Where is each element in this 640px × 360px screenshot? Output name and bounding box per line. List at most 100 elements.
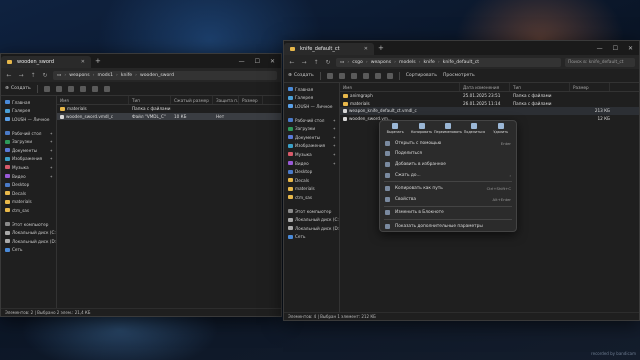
new-tab-icon[interactable]: +: [95, 57, 101, 65]
breadcrumb-item[interactable]: knife_default_ct: [443, 60, 479, 65]
up-icon[interactable]: ↑: [29, 72, 37, 79]
forward-icon[interactable]: →: [300, 59, 308, 66]
nav-item[interactable]: ctm_sas: [1, 206, 56, 215]
rename-icon[interactable]: [362, 72, 369, 79]
nav-item[interactable]: Галерея: [284, 94, 339, 103]
nav-item[interactable]: Изображения ✦: [284, 142, 339, 151]
column-name[interactable]: Имя: [57, 96, 129, 104]
title-bar[interactable]: knife_default_ct ✕ + — ☐ ✕: [284, 41, 639, 55]
breadcrumb-item[interactable]: knife: [121, 73, 132, 78]
breadcrumb-item[interactable]: mods1: [97, 73, 113, 78]
paste-icon[interactable]: [350, 72, 357, 79]
forward-icon[interactable]: →: [17, 72, 25, 79]
nav-item[interactable]: materials: [1, 198, 56, 207]
minimize-icon[interactable]: —: [239, 58, 245, 65]
nav-item[interactable]: Музыка ✦: [1, 163, 56, 172]
search-input[interactable]: Поиск в: knife_default_ct: [565, 57, 635, 67]
explorer-window-wooden-sword[interactable]: wooden_sword ✕ + — ☐ ✕ ← → ↑ ↻ ▭ › weapons…: [0, 53, 282, 317]
cut-icon[interactable]: [43, 85, 50, 92]
sort-button[interactable]: Сортировать: [406, 73, 437, 78]
create-button[interactable]: ⊕ Создать: [288, 73, 314, 78]
breadcrumb-item[interactable]: csgo: [352, 60, 363, 65]
close-tab-icon[interactable]: ✕: [81, 59, 85, 65]
breadcrumb-item[interactable]: models: [399, 60, 416, 65]
close-window-icon[interactable]: ✕: [270, 58, 275, 65]
table-row[interactable]: materials Папка с файлами: [57, 105, 281, 113]
nav-item[interactable]: Сеть: [284, 233, 339, 242]
column-type[interactable]: Тип: [510, 83, 570, 91]
maximize-icon[interactable]: ☐: [255, 58, 260, 65]
table-row[interactable]: wooden_sword.vmdl_c Файл "VMDL_C" 10 КБ Нет: [57, 112, 281, 120]
delete-icon[interactable]: [386, 72, 393, 79]
nav-item[interactable]: Главная: [284, 85, 339, 94]
breadcrumb-item[interactable]: knife: [424, 60, 435, 65]
back-icon[interactable]: ←: [5, 72, 13, 79]
nav-item[interactable]: Музыка ✦: [284, 150, 339, 159]
breadcrumb-item[interactable]: wooden_sword: [140, 73, 174, 78]
nav-item[interactable]: ctm_sas: [284, 193, 339, 202]
delete-button[interactable]: Удалить: [490, 123, 512, 134]
breadcrumb[interactable]: ▭ › csgo › weapons › models › knife › knife_defaul…: [336, 57, 561, 67]
up-icon[interactable]: ↑: [312, 59, 320, 66]
column-protection[interactable]: Защита п...: [213, 96, 239, 104]
nav-item[interactable]: Локальный диск (D:): [1, 237, 56, 246]
copy-icon[interactable]: [338, 72, 345, 79]
column-compressed-size[interactable]: Сжатый размер: [171, 96, 213, 104]
nav-item[interactable]: Decals: [284, 176, 339, 185]
breadcrumb-item[interactable]: weapons: [371, 60, 391, 65]
nav-item[interactable]: Документы ✦: [284, 133, 339, 142]
copy-icon[interactable]: [55, 85, 62, 92]
context-menu-item[interactable]: Показать дополнительные параметры: [380, 221, 516, 232]
nav-item[interactable]: Desktop: [284, 167, 339, 176]
view-button[interactable]: Просмотреть: [443, 73, 475, 78]
maximize-icon[interactable]: ☐: [613, 45, 618, 52]
nav-item[interactable]: Рабочий стол ✦: [284, 116, 339, 125]
refresh-icon[interactable]: ↻: [324, 59, 332, 66]
nav-item[interactable]: Видео ✦: [1, 172, 56, 181]
create-button[interactable]: ⊕ Создать: [5, 86, 31, 91]
nav-item[interactable]: Локальный диск (C:): [284, 215, 339, 224]
context-menu-item[interactable]: Добавить в избранное: [380, 159, 516, 170]
new-tab-icon[interactable]: +: [378, 44, 384, 52]
delete-icon[interactable]: [103, 85, 110, 92]
share-icon[interactable]: [374, 72, 381, 79]
table-row[interactable]: weapon_knife_default_ct.vmdl_c 213 КБ: [340, 107, 639, 115]
context-menu-item[interactable]: Свойства Alt+Enter: [380, 194, 516, 205]
nav-item[interactable]: Рабочий стол ✦: [1, 129, 56, 138]
title-bar[interactable]: wooden_sword ✕ + — ☐ ✕: [1, 54, 281, 68]
nav-item[interactable]: Локальный диск (C:): [1, 228, 56, 237]
nav-item[interactable]: Галерея: [1, 107, 56, 116]
nav-item[interactable]: Этот компьютер: [284, 207, 339, 216]
context-menu-item[interactable]: Сжать до... ›: [380, 170, 516, 181]
nav-item[interactable]: Desktop: [1, 180, 56, 189]
nav-item[interactable]: materials: [284, 185, 339, 194]
context-menu-item[interactable]: Поделиться: [380, 149, 516, 160]
table-row[interactable]: animgraph 25.01.2025 23:51 Папка с файлами: [340, 92, 639, 100]
nav-item[interactable]: Документы ✦: [1, 146, 56, 155]
share-button[interactable]: Поделиться: [463, 123, 485, 134]
nav-item[interactable]: Главная: [1, 98, 56, 107]
nav-item[interactable]: LOUSH — Личное: [284, 102, 339, 111]
breadcrumb-item[interactable]: weapons: [69, 73, 89, 78]
share-icon[interactable]: [91, 85, 98, 92]
nav-item[interactable]: Загрузки ✦: [284, 124, 339, 133]
minimize-icon[interactable]: —: [597, 45, 603, 52]
rename-icon[interactable]: [79, 85, 86, 92]
close-tab-icon[interactable]: ✕: [364, 46, 368, 52]
close-window-icon[interactable]: ✕: [628, 45, 633, 52]
breadcrumb[interactable]: ▭ › weapons › mods1 › knife › wooden_sword: [53, 70, 277, 80]
paste-icon[interactable]: [67, 85, 74, 92]
column-size[interactable]: Размер: [239, 96, 263, 104]
column-size[interactable]: Размер: [570, 83, 610, 91]
cut-button[interactable]: Вырезать: [384, 123, 406, 134]
nav-item[interactable]: Этот компьютер: [1, 220, 56, 229]
nav-item[interactable]: Изображения ✦: [1, 155, 56, 164]
nav-item[interactable]: Локальный диск (D:): [284, 224, 339, 233]
nav-item[interactable]: Сеть: [1, 246, 56, 255]
nav-item[interactable]: Decals: [1, 189, 56, 198]
table-row[interactable]: materials 26.01.2025 11:14 Папка с файлами: [340, 100, 639, 108]
tab-knife-default-ct[interactable]: knife_default_ct ✕: [284, 43, 374, 55]
refresh-icon[interactable]: ↻: [41, 72, 49, 79]
context-menu-item[interactable]: Изменить в Блокноте: [380, 208, 516, 219]
back-icon[interactable]: ←: [288, 59, 296, 66]
